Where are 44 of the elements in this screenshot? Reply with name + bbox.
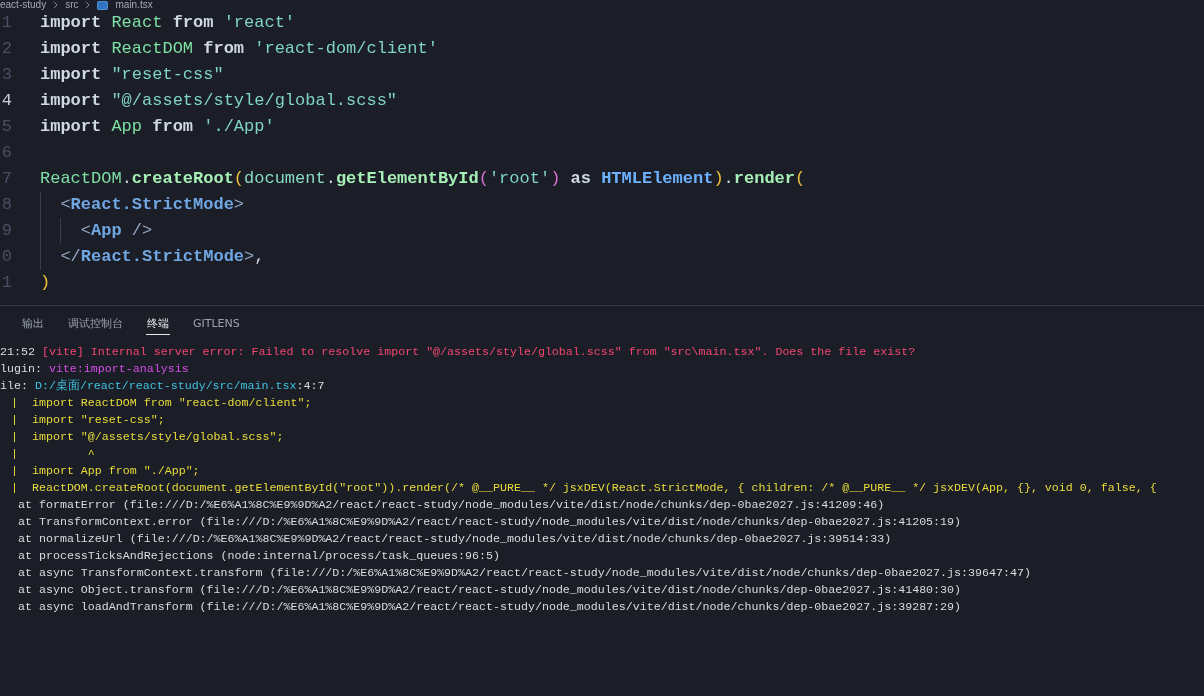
chevron-icon — [53, 1, 59, 9]
breadcrumb-item[interactable]: src — [65, 0, 79, 10]
line-number: 0 — [0, 246, 12, 268]
line-number: 6 — [0, 142, 12, 164]
line-number: 7 — [0, 168, 12, 190]
line-number: 4 — [0, 90, 12, 112]
file-icon — [97, 0, 109, 10]
code-line: import "@/assets/style/global.scss" — [40, 90, 398, 112]
chevron-icon — [85, 1, 91, 9]
line-number: 8 — [0, 194, 12, 216]
breadcrumb-item[interactable]: eact-study — [0, 0, 47, 10]
code-line: ) — [40, 272, 51, 294]
terminal-line: | import App from "./App"; — [11, 463, 200, 479]
terminal-line: at normalizeUrl (file:///D:/%E6%A1%8C%E9%9D%A2/react/react-study/node_modules/vite/dist/node/chunks/dep-0bae2027.js:39514:33) — [18, 531, 892, 547]
line-number: 9 — [0, 220, 12, 242]
line-number: 1 — [0, 272, 12, 294]
line-number: 3 — [0, 64, 12, 86]
terminal-line: lugin: vite:import-analysis — [0, 361, 189, 377]
code-line: ReactDOM.createRoot(document.getElementById('root') as HTMLElement).render( — [40, 168, 806, 190]
terminal-line: at async Object.transform (file:///D:/%E6%A1%8C%E9%9D%A2/react/react-study/node_modules/vite/dist/node/chunks/dep-0bae2027.js:41480:30) — [18, 582, 962, 598]
panel-tab[interactable]: GITLENS — [192, 311, 241, 335]
terminal-line: at processTicksAndRejections (node:internal/process/task_queues:96:5) — [18, 548, 500, 564]
terminal-line: | import "reset-css"; — [11, 412, 165, 428]
terminal-line: at formatError (file:///D:/%E6%A1%8C%E9%9D%A2/react/react-study/node_modules/vite/dist/node/chunks/dep-0bae2027.js:41209:46) — [18, 497, 885, 513]
line-number: 2 — [0, 38, 12, 60]
terminal-line: | import ReactDOM from "react-dom/client"; — [11, 395, 312, 411]
code-line: import App from './App' — [40, 116, 275, 138]
terminal-line: ile: D:/桌面/react/react-study/src/main.tsx:4:7 — [0, 378, 325, 394]
terminal-line: | ReactDOM.createRoot(document.getElementById("root")).render(/* @__PURE__ */ jsxDEV(React.StrictMode, { children: /* @__PURE__ */ jsxDEV(App, {}, void 0, false, { — [11, 480, 1157, 496]
panel-tab[interactable]: 调试控制台 — [67, 311, 124, 335]
terminal-line: 21:52 [vite] Internal server error: Failed to resolve import "@/assets/style/global.scss" from "src\main.tsx". Does the file exist? — [0, 344, 916, 360]
code-line: import ReactDOM from 'react-dom/client' — [40, 38, 438, 60]
terminal-line: at async loadAndTransform (file:///D:/%E6%A1%8C%E9%9D%A2/react/react-study/node_modules/vite/dist/node/chunks/dep-0bae2027.js:39287:29) — [18, 599, 962, 615]
line-number: 5 — [0, 116, 12, 138]
line-number: 1 — [0, 12, 12, 34]
terminal-line: | ^ — [11, 446, 95, 462]
terminal-line: | import "@/assets/style/global.scss"; — [11, 429, 284, 445]
terminal-line: at TransformContext.error (file:///D:/%E6%A1%8C%E9%9D%A2/react/react-study/node_modules/vite/dist/node/chunks/dep-0bae2027.js:41205:19) — [18, 514, 962, 530]
code-line: import React from 'react' — [40, 12, 296, 34]
panel-tab[interactable]: 输出 — [21, 311, 45, 335]
code-line: import "reset-css" — [40, 64, 224, 86]
panel-tab[interactable]: 终端 — [146, 311, 170, 335]
breadcrumb-item[interactable]: main.tsx — [115, 0, 153, 10]
terminal-line: at async TransformContext.transform (file:///D:/%E6%A1%8C%E9%9D%A2/react/react-study/node_modules/vite/dist/node/chunks/dep-0bae2027.js:39647:47) — [18, 565, 1031, 581]
